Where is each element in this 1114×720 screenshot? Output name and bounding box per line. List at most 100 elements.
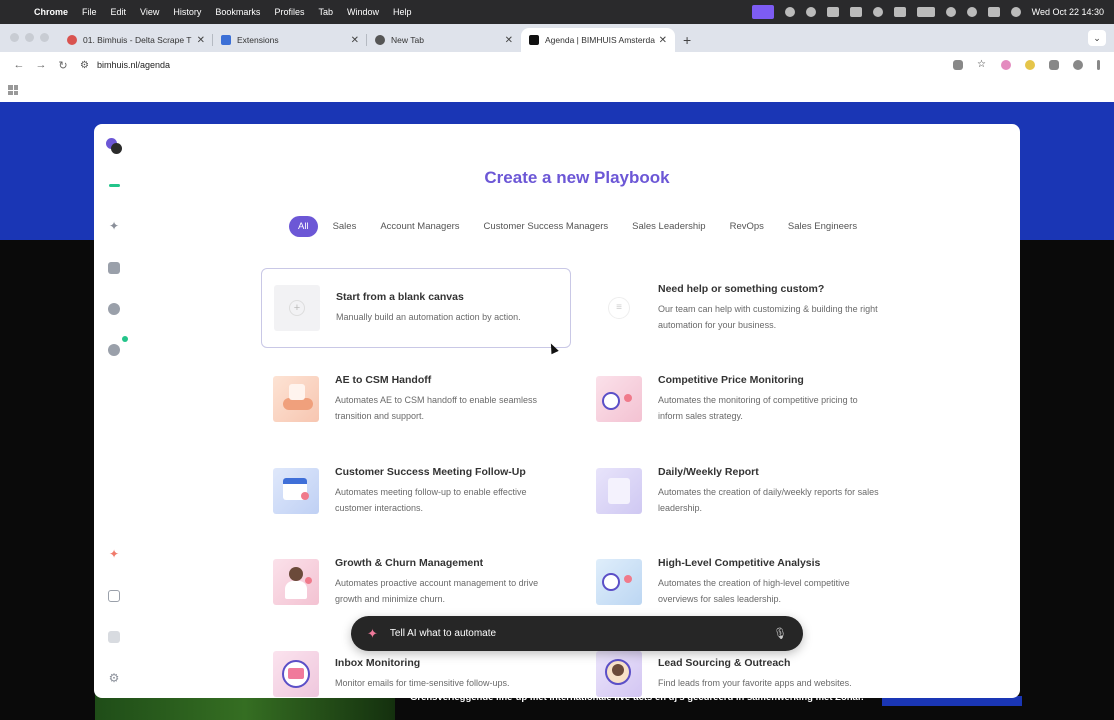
- logo-icon[interactable]: [106, 138, 122, 154]
- close-tab-icon[interactable]: ✕: [659, 35, 667, 46]
- analysis-icon: [596, 559, 642, 605]
- siri-icon[interactable]: [1010, 7, 1021, 17]
- playbook-card-competitive-price[interactable]: Competitive Price Monitoring Automates t…: [584, 359, 894, 439]
- control-center-icon[interactable]: [987, 7, 1000, 17]
- handoff-icon: [273, 376, 319, 422]
- person-icon: [273, 559, 319, 605]
- playbook-card-growth-churn[interactable]: Growth & Churn Management Automates proa…: [261, 542, 571, 622]
- menu-bookmarks[interactable]: Bookmarks: [215, 7, 260, 17]
- filter-account-managers[interactable]: Account Managers: [371, 216, 468, 237]
- filter-all[interactable]: All: [289, 216, 318, 237]
- bookmark-star-icon[interactable]: ☆: [977, 60, 987, 70]
- filter-sales-engineers[interactable]: Sales Engineers: [779, 216, 866, 237]
- check-icon[interactable]: [108, 344, 120, 356]
- close-tab-icon[interactable]: ✕: [351, 35, 359, 46]
- close-window-button[interactable]: [10, 33, 19, 42]
- bookmarks-bar: [0, 78, 1114, 102]
- translate-icon[interactable]: [953, 60, 963, 70]
- menu-window[interactable]: Window: [347, 7, 379, 17]
- menu-file[interactable]: File: [82, 7, 97, 17]
- card-description: Find leads from your favorite apps and w…: [658, 678, 852, 688]
- playbook-card-custom-help[interactable]: ≡ Need help or something custom? Our tea…: [584, 268, 894, 348]
- copy-icon[interactable]: [108, 590, 120, 602]
- more-menu-icon[interactable]: [1097, 60, 1100, 70]
- playbook-card-cs-meeting-followup[interactable]: Customer Success Meeting Follow-Up Autom…: [261, 451, 571, 531]
- card-title: Start from a blank canvas: [336, 291, 464, 303]
- close-tab-icon[interactable]: ✕: [197, 35, 205, 46]
- notes-icon[interactable]: [108, 262, 120, 274]
- menu-tab[interactable]: Tab: [318, 7, 333, 17]
- filter-sales[interactable]: Sales: [324, 216, 366, 237]
- tab-search-button[interactable]: ⌄: [1088, 30, 1106, 46]
- browser-toolbar: ← → ↻ ⚙ bimhuis.nl/agenda ☆: [0, 52, 1114, 78]
- card-title: High-Level Competitive Analysis: [658, 557, 821, 569]
- menu-edit[interactable]: Edit: [111, 7, 127, 17]
- filter-revops[interactable]: RevOps: [721, 216, 773, 237]
- search-icon[interactable]: [966, 7, 977, 17]
- playbook-card-blank-canvas[interactable]: + Start from a blank canvas Manually bui…: [261, 268, 571, 348]
- settings-icon[interactable]: ⚙: [108, 672, 120, 684]
- wifi-icon[interactable]: [945, 7, 956, 17]
- forward-button[interactable]: →: [30, 59, 52, 71]
- price-icon: [596, 376, 642, 422]
- tab-bimhuis-agenda[interactable]: Agenda | BIMHUIS Amsterdam ✕: [521, 28, 675, 52]
- card-title: AE to CSM Handoff: [335, 374, 432, 386]
- calendar-icon: [273, 468, 319, 514]
- status-app-icon[interactable]: [784, 7, 795, 17]
- extensions-puzzle-icon[interactable]: [1049, 60, 1059, 70]
- extension-icon[interactable]: [1001, 60, 1011, 70]
- screen-record-icon[interactable]: [751, 5, 774, 19]
- back-button[interactable]: ←: [8, 59, 30, 71]
- input-source-icon[interactable]: [893, 7, 906, 17]
- apps-grid-icon[interactable]: [8, 85, 18, 95]
- site-info-icon[interactable]: ⚙: [80, 60, 89, 71]
- menu-profiles[interactable]: Profiles: [274, 7, 304, 17]
- microphone-icon[interactable]: 🎙: [773, 627, 787, 640]
- url-text[interactable]: bimhuis.nl/agenda: [97, 60, 170, 70]
- ai-sparkle-icon[interactable]: ✦: [108, 548, 120, 560]
- close-tab-icon[interactable]: ✕: [505, 35, 513, 46]
- playbook-card-ae-csm-handoff[interactable]: AE to CSM Handoff Automates AE to CSM ha…: [261, 359, 571, 439]
- card-description: Automates AE to CSM handoff to enable se…: [335, 395, 537, 421]
- playbook-card-competitive-analysis[interactable]: High-Level Competitive Analysis Automate…: [584, 542, 894, 622]
- tab-new-tab[interactable]: New Tab ✕: [367, 28, 521, 52]
- toolbar-icons: ☆: [953, 60, 1100, 70]
- filter-customer-success-managers[interactable]: Customer Success Managers: [475, 216, 618, 237]
- status-app-icon[interactable]: [872, 7, 883, 17]
- new-tab-button[interactable]: +: [683, 32, 691, 48]
- battery-icon[interactable]: [916, 7, 935, 17]
- minimize-window-button[interactable]: [25, 33, 34, 42]
- menu-app-name[interactable]: Chrome: [34, 7, 68, 17]
- create-playbook-modal: ✦ ✦ ⚙ Create a new Playbook All Sales Ac…: [94, 124, 1020, 698]
- ai-prompt-input[interactable]: [389, 628, 774, 639]
- menu-help[interactable]: Help: [393, 7, 412, 17]
- tab-title: 01. Bimhuis - Delta Scrape T: [83, 35, 192, 45]
- plus-icon: +: [274, 285, 320, 331]
- playbook-card-daily-weekly-report[interactable]: Daily/Weekly Report Automates the creati…: [584, 451, 894, 531]
- category-filters: All Sales Account Managers Customer Succ…: [289, 216, 866, 237]
- card-title: Competitive Price Monitoring: [658, 374, 804, 386]
- menu-view[interactable]: View: [140, 7, 159, 17]
- sparkle-icon[interactable]: ✦: [108, 220, 120, 232]
- ai-sparkle-icon: ✦: [367, 625, 378, 641]
- profile-icon[interactable]: [1073, 60, 1083, 70]
- address-bar[interactable]: ⚙ bimhuis.nl/agenda: [80, 55, 953, 75]
- report-icon: [596, 468, 642, 514]
- status-app-icon[interactable]: [849, 7, 862, 17]
- clock[interactable]: Wed Oct 22 14:30: [1032, 7, 1104, 17]
- card-description: Manually build an automation action by a…: [336, 312, 521, 322]
- card-description: Automates the creation of high-level com…: [658, 578, 850, 604]
- filter-sales-leadership[interactable]: Sales Leadership: [623, 216, 714, 237]
- window-controls: [0, 33, 59, 52]
- tab-extensions[interactable]: Extensions ✕: [213, 28, 367, 52]
- zoom-window-button[interactable]: [40, 33, 49, 42]
- extension-icon[interactable]: [1025, 60, 1035, 70]
- play-icon[interactable]: [108, 303, 120, 315]
- user-icon[interactable]: [108, 631, 120, 643]
- status-app-icon[interactable]: [805, 7, 816, 17]
- ai-prompt-bar: ✦ 🎙: [351, 616, 803, 651]
- status-app-icon[interactable]: [826, 7, 839, 17]
- menu-history[interactable]: History: [173, 7, 201, 17]
- tab-bimhuis-delta[interactable]: 01. Bimhuis - Delta Scrape T ✕: [59, 28, 213, 52]
- reload-button[interactable]: ↻: [52, 59, 74, 72]
